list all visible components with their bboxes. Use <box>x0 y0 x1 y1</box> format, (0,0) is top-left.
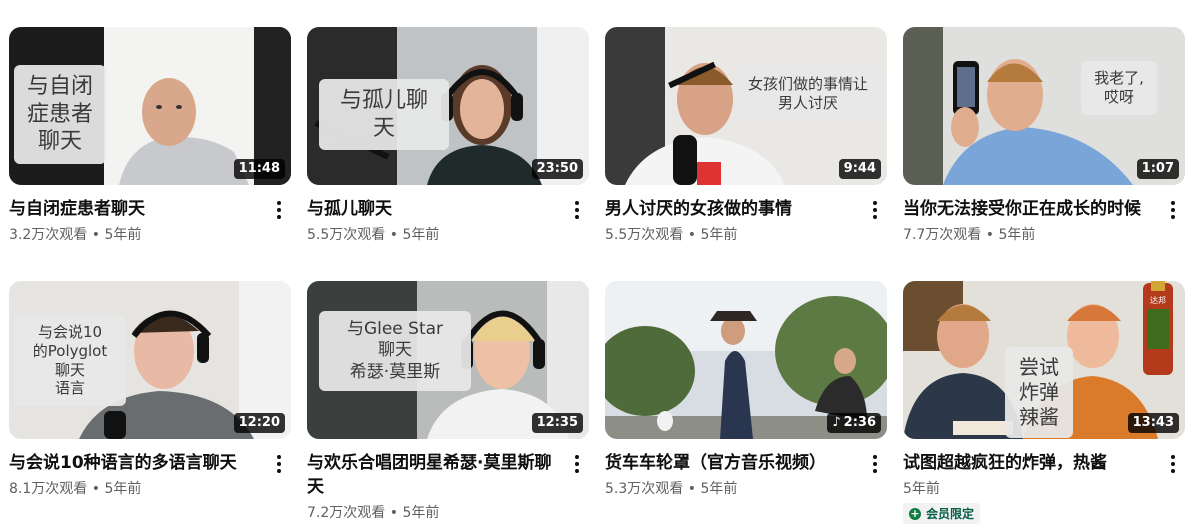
thumbnail-overlay-text: 女孩们做的事情让 男人讨厌 <box>735 67 881 121</box>
more-options-icon[interactable] <box>269 197 289 223</box>
video-card[interactable]: 女孩们做的事情让 男人讨厌 9:44 男人讨厌的女孩做的事情 5.5万次观看 •… <box>605 27 887 245</box>
thumbnail-overlay-text: 与孤儿聊 天 <box>319 79 449 150</box>
video-card[interactable]: 与自闭 症患者 聊天 11:48 与自闭症患者聊天 3.2万次观看 • 5年前 <box>9 27 291 245</box>
members-only-badge: + 会员限定 <box>903 503 981 524</box>
thumbnail-overlay-text: 与自闭 症患者 聊天 <box>14 65 106 164</box>
video-thumbnail[interactable]: 与自闭 症患者 聊天 11:48 <box>9 27 291 185</box>
thumbnail-overlay-text: 我老了, 哎呀 <box>1081 61 1157 115</box>
upload-age: 5年前 <box>104 227 142 243</box>
video-stats: 5.3万次观看 • 5年前 <box>605 479 857 499</box>
duration-badge: 11:48 <box>233 159 285 179</box>
video-thumbnail[interactable]: 我老了, 哎呀 1:07 <box>903 27 1185 185</box>
more-options-icon[interactable] <box>1163 197 1183 223</box>
separator-dot: • <box>385 227 403 243</box>
thumbnail-overlay-text: 与Glee Star 聊天 希瑟·莫里斯 <box>319 311 471 391</box>
video-stats: 5.5万次观看 • 5年前 <box>307 225 559 245</box>
upload-age: 5年前 <box>402 505 440 521</box>
more-options-icon[interactable] <box>269 451 289 477</box>
video-thumbnail[interactable]: 与Glee Star 聊天 希瑟·莫里斯 12:35 <box>307 281 589 439</box>
video-thumbnail[interactable]: 与会说10 的Polyglot 聊天 语言 12:20 <box>9 281 291 439</box>
more-options-icon[interactable] <box>865 451 885 477</box>
duration-text: 13:43 <box>1132 415 1174 430</box>
duration-badge: 23:50 <box>531 159 583 179</box>
upload-age: 5年前 <box>402 227 440 243</box>
video-title[interactable]: 与会说10种语言的多语言聊天 <box>9 451 261 475</box>
video-title[interactable]: 当你无法接受你正在成长的时候 <box>903 197 1155 221</box>
video-card[interactable]: ♪ 2:36 货车车轮罩（官方音乐视频） 5.3万次观看 • 5年前 <box>605 281 887 499</box>
badge-label: 会员限定 <box>926 507 975 521</box>
plus-icon: + <box>909 506 921 520</box>
separator-dot: • <box>683 227 701 243</box>
view-count: 5.5万次观看 <box>605 227 684 243</box>
view-count: 5.3万次观看 <box>605 481 684 497</box>
more-options-icon[interactable] <box>1163 451 1183 477</box>
more-options-icon[interactable] <box>567 451 587 477</box>
separator-dot: • <box>683 481 701 497</box>
video-meta: 与自闭症患者聊天 3.2万次观看 • 5年前 <box>9 197 291 245</box>
video-title[interactable]: 与自闭症患者聊天 <box>9 197 261 221</box>
video-stats: 7.2万次观看 • 5年前 <box>307 503 559 523</box>
upload-age: 5年前 <box>104 481 142 497</box>
duration-text: 9:44 <box>843 161 876 176</box>
video-thumbnail[interactable]: 达邦 尝试 炸弹 辣酱 13:43 <box>903 281 1185 439</box>
video-meta: 与会说10种语言的多语言聊天 8.1万次观看 • 5年前 <box>9 451 291 499</box>
video-meta: 男人讨厌的女孩做的事情 5.5万次观看 • 5年前 <box>605 197 887 245</box>
upload-age: 5年前 <box>998 227 1036 243</box>
video-thumbnail[interactable]: 与孤儿聊 天 23:50 <box>307 27 589 185</box>
video-meta: 货车车轮罩（官方音乐视频） 5.3万次观看 • 5年前 <box>605 451 887 499</box>
duration-badge: 9:44 <box>838 159 881 179</box>
more-options-icon[interactable] <box>865 197 885 223</box>
video-stats: 3.2万次观看 • 5年前 <box>9 225 261 245</box>
separator-dot: • <box>87 481 105 497</box>
duration-badge: 1:07 <box>1136 159 1179 179</box>
duration-text: 1:07 <box>1141 161 1174 176</box>
video-card[interactable]: 达邦 尝试 炸弹 辣酱 13:43 试图超越疯狂的炸弹，热酱 5年前 + 会员限定 <box>903 281 1185 524</box>
upload-age: 5年前 <box>700 227 738 243</box>
video-title[interactable]: 男人讨厌的女孩做的事情 <box>605 197 857 221</box>
more-options-icon[interactable] <box>567 197 587 223</box>
video-meta: 与欢乐合唱团明星希瑟·莫里斯聊天 7.2万次观看 • 5年前 <box>307 451 589 523</box>
duration-text: 11:48 <box>238 161 280 176</box>
video-stats: 8.1万次观看 • 5年前 <box>9 479 261 499</box>
video-meta: 与孤儿聊天 5.5万次观看 • 5年前 <box>307 197 589 245</box>
duration-text: 12:20 <box>238 415 280 430</box>
duration-text: 12:35 <box>536 415 578 430</box>
duration-badge: 13:43 <box>1127 413 1179 433</box>
video-stats: 5.5万次观看 • 5年前 <box>605 225 857 245</box>
separator-dot: • <box>385 505 403 521</box>
video-card[interactable]: 与Glee Star 聊天 希瑟·莫里斯 12:35 与欢乐合唱团明星希瑟·莫里… <box>307 281 589 523</box>
upload-age: 5年前 <box>903 481 940 497</box>
thumbnail-overlay-text: 尝试 炸弹 辣酱 <box>1005 347 1073 438</box>
duration-badge: 12:35 <box>531 413 583 433</box>
view-count: 5.5万次观看 <box>307 227 386 243</box>
separator-dot: • <box>87 227 105 243</box>
view-count: 8.1万次观看 <box>9 481 88 497</box>
video-card[interactable]: 我老了, 哎呀 1:07 当你无法接受你正在成长的时候 7.7万次观看 • 5年… <box>903 27 1185 245</box>
video-grid: 与自闭 症患者 聊天 11:48 与自闭症患者聊天 3.2万次观看 • 5年前 <box>0 0 1200 530</box>
thumbnail-overlay-text: 与会说10 的Polyglot 聊天 语言 <box>14 315 126 406</box>
video-thumbnail[interactable]: 女孩们做的事情让 男人讨厌 9:44 <box>605 27 887 185</box>
duration-badge: ♪ 2:36 <box>827 413 881 433</box>
video-title[interactable]: 与孤儿聊天 <box>307 197 559 221</box>
music-note-icon: ♪ <box>832 415 841 430</box>
video-stats: 5年前 <box>903 479 1155 499</box>
video-meta: 试图超越疯狂的炸弹，热酱 5年前 + 会员限定 <box>903 451 1185 524</box>
video-title[interactable]: 试图超越疯狂的炸弹，热酱 <box>903 451 1155 475</box>
view-count: 7.7万次观看 <box>903 227 982 243</box>
duration-text: 23:50 <box>536 161 578 176</box>
view-count: 3.2万次观看 <box>9 227 88 243</box>
separator-dot: • <box>981 227 999 243</box>
video-title[interactable]: 货车车轮罩（官方音乐视频） <box>605 451 857 475</box>
upload-age: 5年前 <box>700 481 738 497</box>
video-title[interactable]: 与欢乐合唱团明星希瑟·莫里斯聊天 <box>307 451 559 499</box>
video-stats: 7.7万次观看 • 5年前 <box>903 225 1155 245</box>
video-card[interactable]: 与会说10 的Polyglot 聊天 语言 12:20 与会说10种语言的多语言… <box>9 281 291 499</box>
bottle-label-text: 达邦 <box>1150 296 1166 305</box>
duration-badge: 12:20 <box>233 413 285 433</box>
video-meta: 当你无法接受你正在成长的时候 7.7万次观看 • 5年前 <box>903 197 1185 245</box>
video-thumbnail[interactable]: ♪ 2:36 <box>605 281 887 439</box>
duration-text: 2:36 <box>843 415 876 430</box>
view-count: 7.2万次观看 <box>307 505 386 521</box>
video-card[interactable]: 与孤儿聊 天 23:50 与孤儿聊天 5.5万次观看 • 5年前 <box>307 27 589 245</box>
